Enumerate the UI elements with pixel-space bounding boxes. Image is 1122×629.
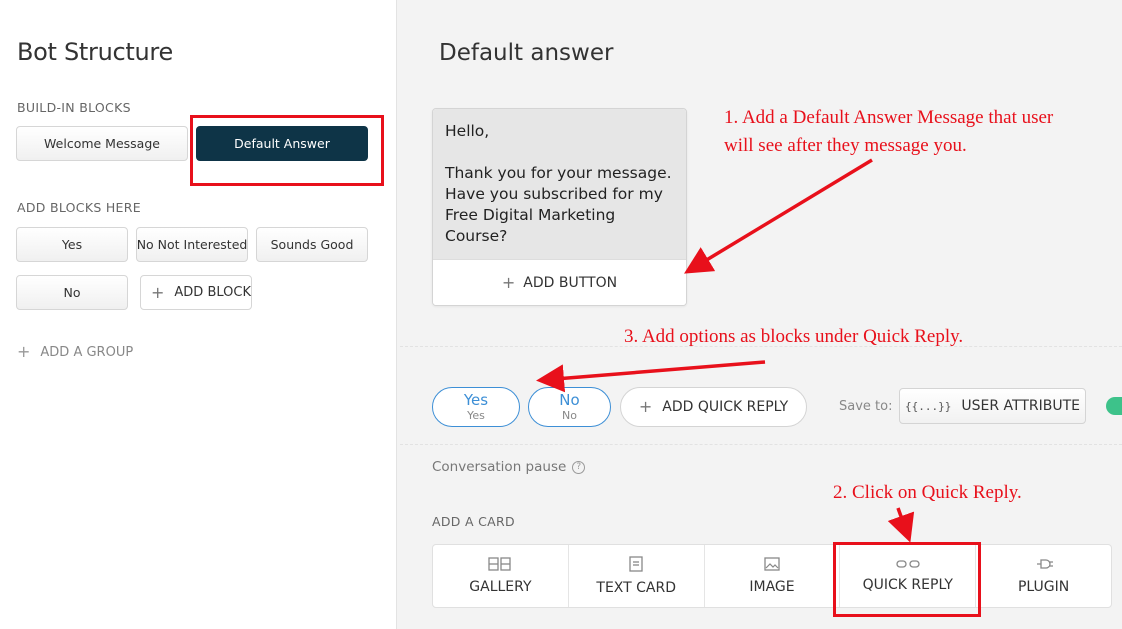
conversation-pause-label: Conversation pause [432, 459, 567, 475]
card-label: QUICK REPLY [862, 577, 953, 593]
quick-reply-title: No [559, 391, 580, 409]
user-attribute-label: USER ATTRIBUTE [961, 398, 1080, 414]
build-in-blocks-label: BUILD-IN BLOCKS [17, 100, 131, 115]
quick-reply-yes[interactable]: Yes Yes [432, 387, 520, 427]
arrow-step-3 [536, 360, 766, 393]
block-yes[interactable]: Yes [16, 227, 128, 262]
annotation-step-3: 3. Add options as blocks under Quick Rep… [624, 326, 964, 347]
add-block-button[interactable]: + ADD BLOCK [140, 275, 252, 310]
quick-reply-no[interactable]: No No [528, 387, 611, 427]
divider [400, 444, 1122, 445]
add-card-toolbar: GALLERY TEXT CARD IMAGE QUICK REPLY PLUG… [432, 544, 1112, 608]
toggle-switch[interactable] [1106, 397, 1122, 415]
plus-icon: + [638, 397, 653, 416]
add-block-label: ADD BLOCK [174, 285, 251, 300]
help-icon[interactable]: ? [572, 460, 586, 474]
card-gallery[interactable]: GALLERY [433, 545, 569, 607]
card-label: GALLERY [469, 579, 532, 595]
card-label: TEXT CARD [596, 580, 676, 596]
gallery-icon [488, 557, 512, 571]
quick-reply-icon [896, 560, 920, 568]
plus-icon: + [501, 273, 516, 292]
add-quick-reply-button[interactable]: + ADD QUICK REPLY [620, 387, 807, 427]
block-no[interactable]: No [16, 275, 128, 310]
quick-reply-title: Yes [463, 391, 489, 409]
user-attribute-button[interactable]: {{...}} USER ATTRIBUTE [899, 388, 1086, 424]
image-icon [764, 557, 780, 571]
add-group-label: ADD A GROUP [40, 344, 134, 360]
plugin-icon [1036, 559, 1053, 569]
plus-icon: + [17, 342, 31, 361]
add-button[interactable]: + ADD BUTTON [433, 259, 686, 305]
block-sounds-good[interactable]: Sounds Good [256, 227, 368, 262]
add-group-button[interactable]: + ADD A GROUP [17, 344, 133, 360]
card-quick-reply[interactable]: QUICK REPLY [840, 545, 977, 607]
add-card-label: ADD A CARD [432, 514, 515, 529]
text-card: Hello, Thank you for your message. Have … [432, 108, 687, 306]
card-image[interactable]: IMAGE [705, 545, 841, 607]
annotation-step-2: 2. Click on Quick Reply. [833, 482, 1022, 503]
block-no-not-interested[interactable]: No Not Interested [136, 227, 248, 262]
message-text: Hello, Thank you for your message. Have … [445, 122, 672, 245]
attribute-icon: {{...}} [905, 399, 952, 413]
save-to-label: Save to: [839, 399, 893, 414]
card-label: IMAGE [749, 579, 795, 595]
quick-reply-block: Yes [467, 409, 485, 422]
panel-title: Bot Structure [17, 38, 173, 66]
message-text-area[interactable]: Hello, Thank you for your message. Have … [433, 109, 686, 259]
block-default-answer[interactable]: Default Answer [196, 126, 368, 161]
text-card-icon [629, 556, 643, 572]
page-title: Default answer [439, 40, 614, 66]
add-button-label: ADD BUTTON [523, 275, 618, 291]
add-blocks-label: ADD BLOCKS HERE [17, 200, 141, 215]
arrow-step-1 [684, 158, 873, 274]
card-plugin[interactable]: PLUGIN [976, 545, 1111, 607]
card-label: PLUGIN [1017, 579, 1070, 595]
card-text-card[interactable]: TEXT CARD [569, 545, 705, 607]
add-quick-reply-label: ADD QUICK REPLY [662, 399, 789, 415]
plus-icon: + [151, 282, 165, 302]
conversation-pause[interactable]: Conversation pause ? [432, 459, 586, 475]
bot-structure-panel: Bot Structure BUILD-IN BLOCKS Welcome Me… [0, 0, 397, 629]
quick-reply-block: No [562, 409, 577, 422]
annotation-step-1: 1. Add a Default Answer Message that use… [724, 107, 1054, 156]
block-welcome-message[interactable]: Welcome Message [16, 126, 188, 161]
arrow-step-2 [887, 507, 915, 543]
